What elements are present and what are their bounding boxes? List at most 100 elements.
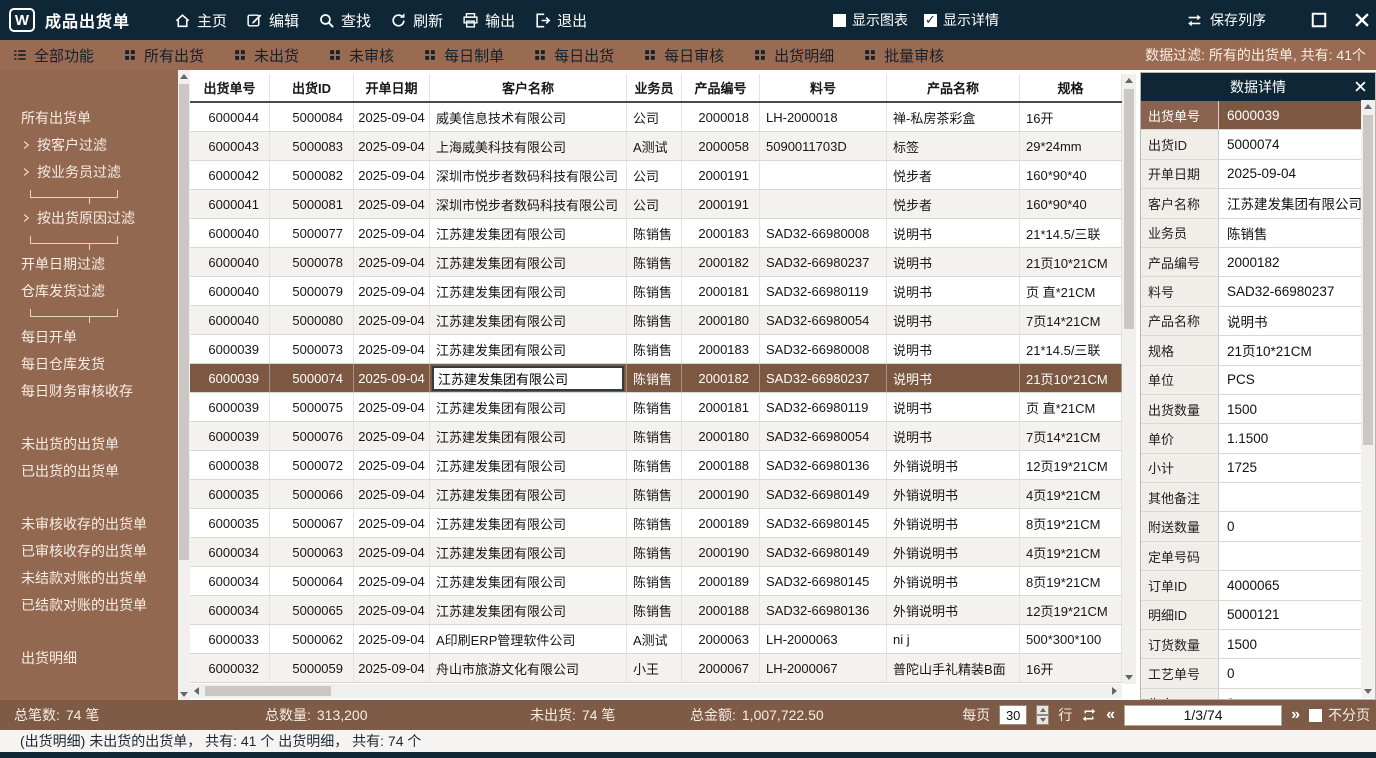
table-cell[interactable]: 外销说明书 <box>887 480 1020 508</box>
table-cell[interactable]: 21页10*21CM <box>1020 248 1122 276</box>
detail-row[interactable]: 定单号码 <box>1141 542 1361 571</box>
table-cell[interactable]: 8页19*21CM <box>1020 567 1122 595</box>
tab-1[interactable]: 所有出货 <box>123 45 204 66</box>
table-cell[interactable]: 6000034 <box>190 596 270 624</box>
table-row[interactable]: 600004050000782025-09-04江苏建发集团有限公司陈销售200… <box>190 248 1122 277</box>
table-cell[interactable]: 外销说明书 <box>887 596 1020 624</box>
save-column-order-button[interactable]: 保存列序 <box>1186 10 1266 30</box>
table-cell[interactable]: 陈销售 <box>627 393 682 421</box>
page-size-down-button[interactable] <box>1036 715 1049 725</box>
table-cell[interactable]: 500*300*100 <box>1020 625 1122 653</box>
grid-vscrollbar[interactable] <box>1122 74 1136 684</box>
table-cell[interactable]: A印刷ERP管理软件公司 <box>430 625 627 653</box>
table-cell[interactable]: 6000034 <box>190 538 270 566</box>
table-cell[interactable]: 说明书 <box>887 248 1020 276</box>
table-cell[interactable]: 2025-09-04 <box>354 625 430 653</box>
tab-6[interactable]: 每日审核 <box>643 45 724 66</box>
table-cell[interactable]: 6000040 <box>190 306 270 334</box>
table-cell[interactable]: 2025-09-04 <box>354 190 430 218</box>
table-cell[interactable]: SAD32-66980145 <box>760 567 887 595</box>
table-cell[interactable]: 5000073 <box>270 335 354 363</box>
table-cell[interactable]: 禅-私房茶彩盒 <box>887 103 1020 131</box>
table-cell[interactable]: 2000182 <box>682 364 760 392</box>
detail-scroll-up-button[interactable] <box>1362 100 1374 112</box>
grid-header-cell[interactable]: 产品编号 <box>682 74 760 101</box>
detail-row[interactable]: 单位PCS <box>1141 366 1361 395</box>
tab-4[interactable]: 每日制单 <box>423 45 504 66</box>
table-row[interactable]: 600003450000642025-09-04江苏建发集团有限公司陈销售200… <box>190 567 1122 596</box>
detail-row[interactable]: 客户名称江苏建发集团有限公司 <box>1141 189 1361 218</box>
detail-row[interactable]: 附送数量0 <box>1141 512 1361 541</box>
table-cell[interactable]: 江苏建发集团有限公司 <box>430 364 627 392</box>
grid-scroll-right-button[interactable] <box>1108 685 1120 697</box>
table-row[interactable]: 600003850000722025-09-04江苏建发集团有限公司陈销售200… <box>190 451 1122 480</box>
detail-row[interactable]: 产品名称说明书 <box>1141 307 1361 336</box>
table-cell[interactable]: 2000191 <box>682 161 760 189</box>
detail-row[interactable]: 料号SAD32-66980237 <box>1141 277 1361 306</box>
table-cell[interactable]: 6000034 <box>190 567 270 595</box>
sidebar-item-13[interactable]: 未出货的出货单 <box>0 430 178 457</box>
table-cell[interactable]: 6000044 <box>190 103 270 131</box>
table-cell[interactable]: 陈销售 <box>627 277 682 305</box>
table-cell[interactable]: 2000063 <box>682 625 760 653</box>
table-cell[interactable]: 江苏建发集团有限公司 <box>430 422 627 450</box>
tab-7[interactable]: 出货明细 <box>753 45 834 66</box>
table-cell[interactable]: 5000066 <box>270 480 354 508</box>
table-cell[interactable]: 160*90*40 <box>1020 190 1122 218</box>
table-cell[interactable]: A测试 <box>627 625 682 653</box>
table-cell[interactable]: 29*24mm <box>1020 132 1122 160</box>
table-cell[interactable]: 4页19*21CM <box>1020 538 1122 566</box>
table-cell[interactable]: 上海威美科技有限公司 <box>430 132 627 160</box>
sidebar-item-9[interactable]: 每日开单 <box>0 323 178 350</box>
table-row[interactable]: 600004050000802025-09-04江苏建发集团有限公司陈销售200… <box>190 306 1122 335</box>
table-cell[interactable]: 5000063 <box>270 538 354 566</box>
table-cell[interactable]: LH-2000067 <box>760 654 887 682</box>
table-cell[interactable]: SAD32-66980054 <box>760 306 887 334</box>
table-cell[interactable]: 小王 <box>627 654 682 682</box>
table-cell[interactable]: 5000064 <box>270 567 354 595</box>
toolbar-item-print[interactable]: 输出 <box>460 6 517 35</box>
tab-2[interactable]: 未出货 <box>233 45 299 66</box>
detail-scrollbar[interactable] <box>1361 100 1375 698</box>
grid-header-cell[interactable]: 料号 <box>760 74 887 101</box>
sidebar-scrollbar[interactable] <box>178 70 190 700</box>
table-cell[interactable]: 6000039 <box>190 393 270 421</box>
table-cell[interactable]: 2000181 <box>682 393 760 421</box>
table-cell[interactable]: SAD32-66980237 <box>760 364 887 392</box>
tab-0[interactable]: 全部功能 <box>13 45 94 66</box>
no-paging-checkbox-box[interactable] <box>1309 709 1322 722</box>
table-row[interactable]: 600003950000752025-09-04江苏建发集团有限公司陈销售200… <box>190 393 1122 422</box>
table-cell[interactable]: 外销说明书 <box>887 451 1020 479</box>
table-cell[interactable]: 6000035 <box>190 480 270 508</box>
table-cell[interactable]: 16开 <box>1020 103 1122 131</box>
table-cell[interactable]: 2000188 <box>682 596 760 624</box>
table-cell[interactable]: 江苏建发集团有限公司 <box>430 306 627 334</box>
table-cell[interactable]: 2025-09-04 <box>354 219 430 247</box>
table-cell[interactable]: 6000040 <box>190 277 270 305</box>
table-cell[interactable]: 陈销售 <box>627 451 682 479</box>
table-cell[interactable]: 外销说明书 <box>887 567 1020 595</box>
detail-row[interactable]: 业务员陈销售 <box>1141 219 1361 248</box>
table-cell[interactable]: 悦步者 <box>887 161 1020 189</box>
table-cell[interactable]: 陈销售 <box>627 248 682 276</box>
table-cell[interactable]: 陈销售 <box>627 567 682 595</box>
table-cell[interactable]: 8页19*21CM <box>1020 509 1122 537</box>
table-cell[interactable]: 2000067 <box>682 654 760 682</box>
table-cell[interactable]: 说明书 <box>887 364 1020 392</box>
table-cell[interactable]: 5000077 <box>270 219 354 247</box>
table-cell[interactable]: 5000062 <box>270 625 354 653</box>
table-cell[interactable]: 陈销售 <box>627 509 682 537</box>
maximize-button[interactable] <box>1309 10 1329 30</box>
table-cell[interactable]: 2025-09-04 <box>354 132 430 160</box>
table-cell[interactable]: 6000033 <box>190 625 270 653</box>
table-cell[interactable]: 公司 <box>627 190 682 218</box>
toolbar-item-exit[interactable]: 退出 <box>532 6 589 35</box>
grid-header-cell[interactable]: 客户名称 <box>430 74 627 101</box>
table-cell[interactable]: 2025-09-04 <box>354 364 430 392</box>
table-cell[interactable]: 6000042 <box>190 161 270 189</box>
table-cell[interactable]: 6000038 <box>190 451 270 479</box>
table-cell[interactable]: 2000183 <box>682 335 760 363</box>
next-page-button[interactable]: » <box>1291 707 1300 723</box>
table-cell[interactable]: SAD32-66980136 <box>760 596 887 624</box>
table-cell[interactable]: 2025-09-04 <box>354 335 430 363</box>
